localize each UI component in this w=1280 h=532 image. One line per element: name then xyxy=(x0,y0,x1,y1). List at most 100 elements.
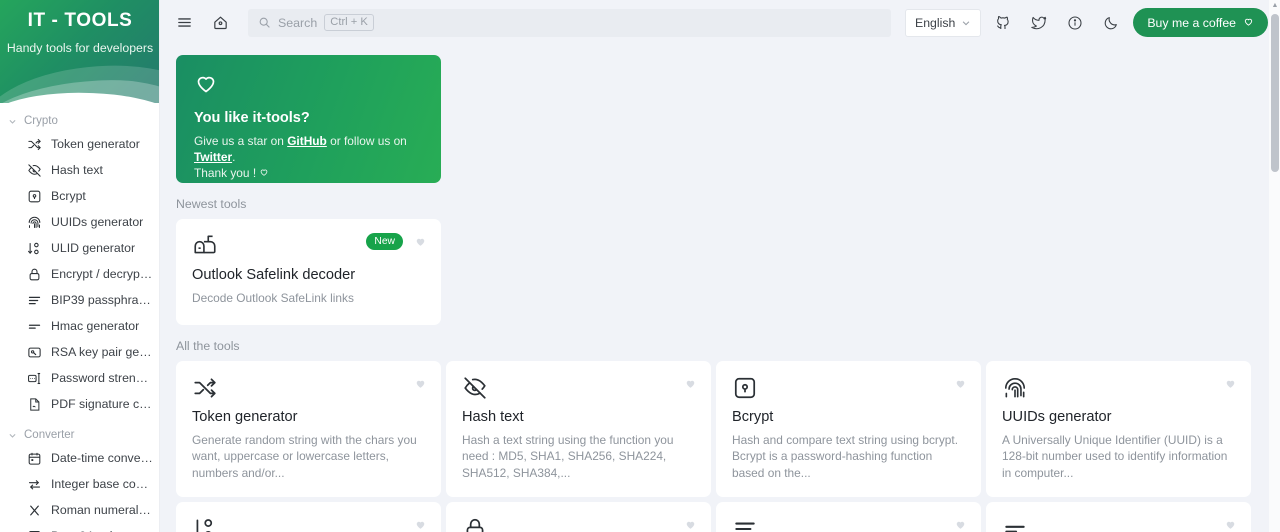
tool-card-outlook-safelink-decoder[interactable]: New Outlook Safelink decoder Decode Outl… xyxy=(176,219,441,325)
scroll-up-arrow-icon[interactable]: ▲ xyxy=(1271,2,1279,9)
fingerprint-icon xyxy=(1002,375,1235,403)
tool-card-token-generator[interactable]: Token generator Generate random string w… xyxy=(176,360,441,497)
github-link[interactable]: GitHub xyxy=(287,134,327,148)
chevron-down-icon xyxy=(961,18,971,28)
sidebar-item-label: Hmac generator xyxy=(51,319,140,333)
favorite-heart-icon[interactable] xyxy=(684,518,697,532)
sidebar-item-rsa-key-pair-generator[interactable]: RSA key pair generator xyxy=(0,339,159,365)
password-meter-icon xyxy=(26,370,42,386)
calendar-icon xyxy=(26,450,42,466)
sidebar-logo[interactable]: IT - TOOLS Handy tools for developers xyxy=(0,0,159,103)
sidebar-item-hmac-generator[interactable]: Hmac generator xyxy=(0,313,159,339)
scrollbar-thumb[interactable] xyxy=(1271,14,1279,172)
sidebar-item-password-strength-analyser[interactable]: Password strength an... xyxy=(0,365,159,391)
tool-card-uuids-generator[interactable]: UUIDs generator A Universally Unique Ide… xyxy=(986,360,1251,497)
sidebar-item-pdf-signature-checker[interactable]: PDF signature checker xyxy=(0,391,159,417)
sidebar-item-token-generator[interactable]: Token generator xyxy=(0,131,159,157)
language-selector[interactable]: English xyxy=(905,8,982,37)
sidebar-item-date-time-converter[interactable]: Date-time converter xyxy=(0,445,159,471)
sidebar-group-label: Crypto xyxy=(24,115,58,127)
eye-off-icon xyxy=(26,162,42,178)
shuffle-icon xyxy=(26,136,42,152)
tool-card-title: Bcrypt xyxy=(732,408,774,425)
sidebar-item-label: BIP39 passphrase gen... xyxy=(51,293,153,307)
lock-square-icon xyxy=(26,188,42,204)
favorite-heart-icon[interactable] xyxy=(1224,377,1237,395)
sort-90-icon xyxy=(26,240,42,256)
fingerprint-icon xyxy=(26,214,42,230)
sidebar-item-label: Token generator xyxy=(51,137,140,151)
heart-icon xyxy=(259,166,269,180)
sidebar-item-label: Integer base converter xyxy=(51,477,153,491)
topbar: Search Ctrl + K English Buy me a coffee xyxy=(160,0,1280,45)
favorite-heart-icon[interactable] xyxy=(684,377,697,395)
tool-card-description: Hash and compare text string using bcryp… xyxy=(732,432,959,480)
twitter-icon[interactable] xyxy=(1025,9,1053,37)
sidebar-item-hash-text[interactable]: Hash text xyxy=(0,157,159,183)
sidebar-item-encrypt-decrypt-text[interactable]: Encrypt / decrypt text xyxy=(0,261,159,287)
favorite-heart-icon[interactable] xyxy=(954,377,967,395)
all-tools-grid: Token generator Generate random string w… xyxy=(176,360,1264,532)
sidebar-item-ulid-generator[interactable]: ULID generator xyxy=(0,235,159,261)
tool-card-description: Hash a text string using the function yo… xyxy=(462,432,674,480)
like-it-tools-banner: You like it-tools? Give us a star on Git… xyxy=(176,55,441,183)
favorite-heart-icon[interactable] xyxy=(414,377,427,395)
logo-subtitle: Handy tools for developers xyxy=(6,41,154,55)
language-value: English xyxy=(915,15,956,30)
favorite-heart-icon[interactable] xyxy=(954,518,967,532)
sort-90-icon xyxy=(192,516,425,532)
sidebar-item-bcrypt[interactable]: Bcrypt xyxy=(0,183,159,209)
twitter-link[interactable]: Twitter xyxy=(194,150,232,164)
sidebar-item-label: RSA key pair generator xyxy=(51,345,153,359)
sidebar-item-uuids-generator[interactable]: UUIDs generator xyxy=(0,209,159,235)
sidebar-item-label: Encrypt / decrypt text xyxy=(51,267,153,281)
favorite-heart-icon[interactable] xyxy=(414,235,427,253)
sidebar-item-label: Roman numeral conv... xyxy=(51,503,153,517)
search-input[interactable]: Search Ctrl + K xyxy=(248,8,892,37)
tool-card-encrypt-decrypt-text[interactable] xyxy=(446,502,711,532)
info-circle-icon[interactable] xyxy=(1061,9,1089,37)
chevron-down-icon xyxy=(6,115,18,127)
tool-card-description: Generate random string with the chars yo… xyxy=(192,432,417,480)
tool-card-bip39-passphrase-generator[interactable] xyxy=(716,502,981,532)
sidebar-group-crypto[interactable]: Crypto xyxy=(0,111,159,131)
tool-card-title: Token generator xyxy=(192,408,298,425)
favorite-heart-icon[interactable] xyxy=(414,518,427,532)
main-area: Search Ctrl + K English Buy me a coffee … xyxy=(160,0,1280,532)
two-lines-icon xyxy=(1002,516,1235,532)
newest-tools-title: Newest tools xyxy=(176,197,247,211)
two-lines-icon xyxy=(26,318,42,334)
tool-card-bcrypt[interactable]: Bcrypt Hash and compare text string usin… xyxy=(716,360,981,497)
hamburger-menu-icon[interactable] xyxy=(170,9,198,37)
key-card-icon xyxy=(26,344,42,360)
sidebar-group-converter[interactable]: Converter xyxy=(0,425,159,445)
arrows-exchange-icon xyxy=(26,476,42,492)
vertical-scrollbar[interactable]: ▲ xyxy=(1269,0,1280,532)
github-icon[interactable] xyxy=(989,9,1017,37)
tool-card-ulid-generator[interactable] xyxy=(176,502,441,532)
banner-thanks: Thank you ! xyxy=(194,166,257,180)
sidebar-item-bip39-passphrase-generator[interactable]: BIP39 passphrase gen... xyxy=(0,287,159,313)
banner-text-after: . xyxy=(232,150,236,164)
search-placeholder: Search xyxy=(278,15,318,30)
content-area: You like it-tools? Give us a star on Git… xyxy=(160,45,1280,532)
tool-card-title: UUIDs generator xyxy=(1002,408,1112,425)
banner-text: Give us a star on GitHub or follow us on… xyxy=(194,133,423,181)
sidebar-item-integer-base-converter[interactable]: Integer base converter xyxy=(0,471,159,497)
banner-title: You like it-tools? xyxy=(194,110,310,126)
chevron-down-icon xyxy=(6,429,18,441)
tool-card-description: Decode Outlook SafeLink links xyxy=(192,291,354,305)
favorite-heart-icon[interactable] xyxy=(1224,518,1237,532)
home-icon[interactable] xyxy=(206,9,234,37)
lines-icon xyxy=(26,292,42,308)
tool-card-hmac-generator[interactable] xyxy=(986,502,1251,532)
sidebar-item-base64-string-encoder[interactable]: Base64 string encode... xyxy=(0,523,159,532)
tool-card-hash-text[interactable]: Hash text Hash a text string using the f… xyxy=(446,360,711,497)
sidebar-item-roman-numeral-converter[interactable]: Roman numeral conv... xyxy=(0,497,159,523)
moon-icon[interactable] xyxy=(1097,9,1125,37)
base64-icon xyxy=(26,528,42,532)
coffee-button-label: Buy me a coffee xyxy=(1147,15,1236,30)
buy-me-a-coffee-button[interactable]: Buy me a coffee xyxy=(1133,8,1268,37)
padlock-icon xyxy=(462,516,695,532)
newest-tools-list: New Outlook Safelink decoder Decode Outl… xyxy=(176,219,1264,325)
